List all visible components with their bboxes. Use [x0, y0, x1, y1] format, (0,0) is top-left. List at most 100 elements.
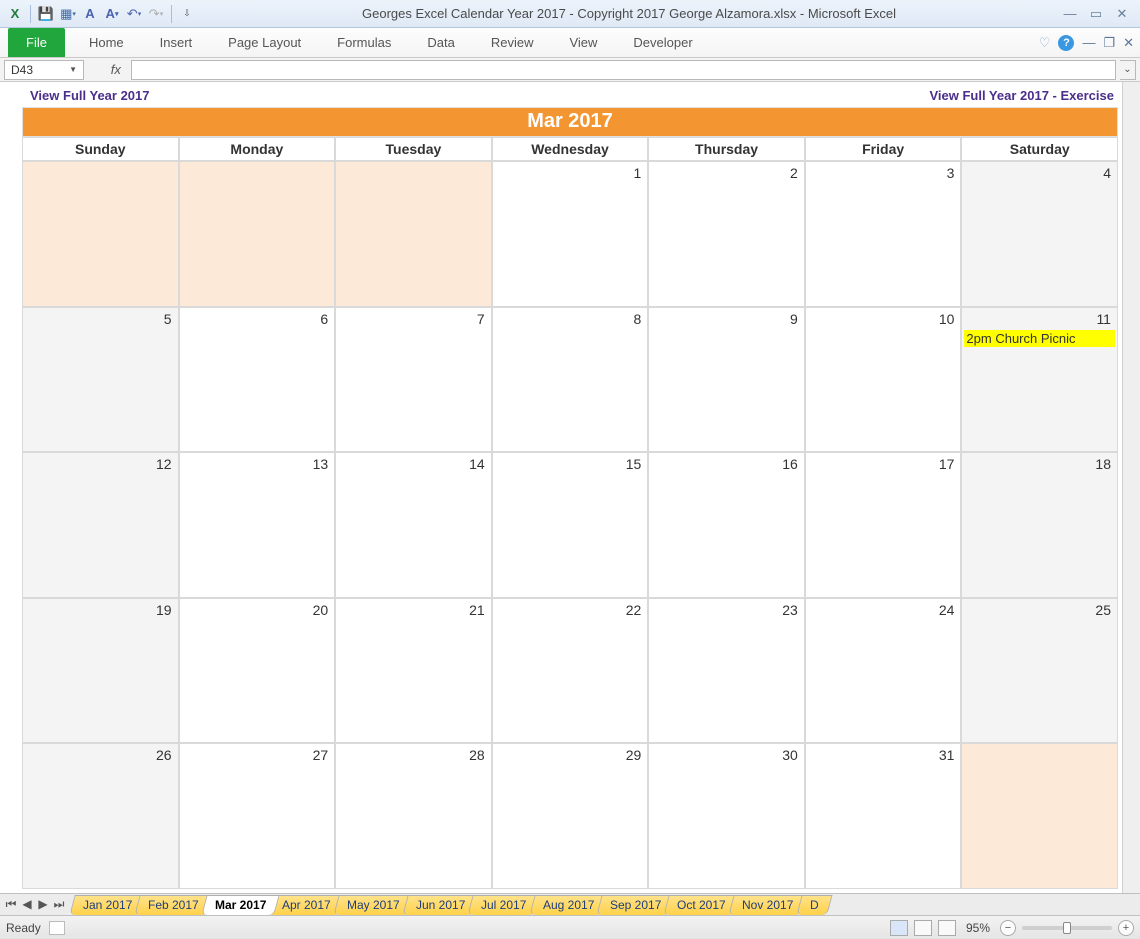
sheet-tab[interactable]: Nov 2017 [728, 895, 807, 915]
day-number: 24 [939, 602, 955, 618]
tab-nav-next-icon[interactable]: ▶ [36, 897, 50, 912]
find-icon[interactable]: A [81, 5, 99, 23]
cancel-formula-icon[interactable]: ⠀ [88, 63, 101, 77]
sheet-tab[interactable]: Jul 2017 [468, 895, 541, 915]
sheet-tab[interactable]: Jun 2017 [402, 895, 479, 915]
undo-icon[interactable]: ↶▾ [125, 5, 143, 23]
help-icon[interactable]: ? [1058, 35, 1074, 51]
dow-header-cell: Monday [179, 137, 336, 161]
calendar-day-cell[interactable]: 30 [648, 743, 805, 889]
fx-icon[interactable]: fx [111, 62, 121, 77]
calendar-day-cell[interactable]: 13 [179, 452, 336, 598]
calendar-day-cell[interactable]: 4 [961, 161, 1118, 307]
calendar-day-cell[interactable]: 25 [961, 598, 1118, 744]
tab-formulas[interactable]: Formulas [319, 28, 409, 57]
calendar-day-cell[interactable]: 17 [805, 452, 962, 598]
workbook-minimize-icon[interactable]: — [1082, 35, 1095, 50]
calendar-day-cell[interactable]: 10 [805, 307, 962, 453]
tab-page-layout[interactable]: Page Layout [210, 28, 319, 57]
excel-icon[interactable]: X [6, 5, 24, 23]
maximize-button[interactable]: ▭ [1088, 6, 1104, 22]
calendar-day-cell[interactable]: 28 [335, 743, 492, 889]
view-normal-button[interactable] [890, 920, 908, 936]
link-view-full-year[interactable]: View Full Year 2017 [30, 88, 150, 103]
calendar-event[interactable]: 2pm Church Picnic [964, 330, 1115, 347]
calendar-day-cell[interactable]: 15 [492, 452, 649, 598]
calendar-day-cell[interactable]: 31 [805, 743, 962, 889]
calendar-day-cell[interactable]: 20 [179, 598, 336, 744]
calendar-day-cell[interactable] [961, 743, 1118, 889]
tab-review[interactable]: Review [473, 28, 552, 57]
sheet-tab[interactable]: Mar 2017 [201, 895, 280, 915]
customize-qat-icon[interactable]: ⇩ [178, 5, 196, 23]
sheet-tab[interactable]: Sep 2017 [596, 895, 675, 915]
tab-nav-first-icon[interactable]: ⏮ [4, 897, 18, 912]
calendar-icon[interactable]: ▦▾ [59, 5, 77, 23]
formula-input[interactable] [131, 60, 1116, 80]
tab-nav-prev-icon[interactable]: ◀ [20, 897, 34, 912]
sheet-tab[interactable]: Apr 2017 [269, 895, 345, 915]
name-box-dropdown-icon[interactable]: ▼ [69, 65, 77, 74]
zoom-in-button[interactable]: + [1118, 920, 1134, 936]
tab-home[interactable]: Home [71, 28, 142, 57]
tab-data[interactable]: Data [409, 28, 472, 57]
close-button[interactable]: ✕ [1114, 6, 1130, 22]
calendar-day-cell[interactable]: 18 [961, 452, 1118, 598]
calendar-day-cell[interactable]: 3 [805, 161, 962, 307]
tab-insert[interactable]: Insert [142, 28, 211, 57]
sheet-tab-label: Sep 2017 [610, 898, 661, 912]
calendar-day-cell[interactable]: 29 [492, 743, 649, 889]
zoom-level[interactable]: 95% [966, 921, 990, 935]
calendar-day-cell[interactable]: 2 [648, 161, 805, 307]
ribbon-heart-icon[interactable]: ♡ [1039, 35, 1051, 51]
tab-developer[interactable]: Developer [615, 28, 710, 57]
save-icon[interactable]: 💾 [37, 5, 55, 23]
tab-view[interactable]: View [551, 28, 615, 57]
day-number: 12 [156, 456, 172, 472]
calendar-day-cell[interactable] [22, 161, 179, 307]
find-replace-icon[interactable]: A▾ [103, 5, 121, 23]
calendar-day-cell[interactable]: 112pm Church Picnic [961, 307, 1118, 453]
calendar-day-cell[interactable]: 5 [22, 307, 179, 453]
calendar-day-cell[interactable]: 8 [492, 307, 649, 453]
calendar-day-cell[interactable] [179, 161, 336, 307]
minimize-button[interactable]: — [1062, 6, 1078, 22]
calendar-day-cell[interactable]: 22 [492, 598, 649, 744]
calendar-day-cell[interactable]: 14 [335, 452, 492, 598]
day-number: 28 [469, 747, 485, 763]
calendar-day-cell[interactable]: 26 [22, 743, 179, 889]
calendar-day-cell[interactable]: 21 [335, 598, 492, 744]
name-box[interactable]: D43 ▼ [4, 60, 84, 80]
view-page-layout-button[interactable] [914, 920, 932, 936]
link-view-full-year-exercise[interactable]: View Full Year 2017 - Exercise [929, 88, 1114, 103]
view-page-break-button[interactable] [938, 920, 956, 936]
calendar-day-cell[interactable]: 1 [492, 161, 649, 307]
sheet-tab[interactable]: Oct 2017 [664, 895, 740, 915]
zoom-slider-thumb[interactable] [1063, 922, 1071, 934]
workbook-close-icon[interactable]: ✕ [1123, 35, 1134, 51]
zoom-slider[interactable] [1022, 926, 1112, 930]
workbook-restore-icon[interactable]: ❐ [1103, 35, 1115, 51]
calendar-day-cell[interactable]: 27 [179, 743, 336, 889]
calendar-day-cell[interactable] [335, 161, 492, 307]
window-title: Georges Excel Calendar Year 2017 - Copyr… [196, 6, 1062, 21]
sheet-tab[interactable]: Aug 2017 [529, 895, 608, 915]
calendar-day-cell[interactable]: 24 [805, 598, 962, 744]
tab-file[interactable]: File [8, 28, 65, 57]
calendar-day-cell[interactable]: 12 [22, 452, 179, 598]
calendar-day-cell[interactable]: 19 [22, 598, 179, 744]
redo-icon[interactable]: ↷▾ [147, 5, 165, 23]
calendar-day-cell[interactable]: 23 [648, 598, 805, 744]
sheet-tab-overflow[interactable]: D [796, 895, 832, 915]
calendar-day-cell[interactable]: 9 [648, 307, 805, 453]
sheet-tab[interactable]: Feb 2017 [135, 895, 213, 915]
macro-record-icon[interactable] [49, 921, 65, 935]
tab-nav-last-icon[interactable]: ⏭ [52, 897, 66, 912]
zoom-out-button[interactable]: − [1000, 920, 1016, 936]
sheet-tab[interactable]: May 2017 [334, 895, 414, 915]
expand-formula-bar-icon[interactable]: ⌄ [1120, 60, 1136, 80]
calendar-day-cell[interactable]: 7 [335, 307, 492, 453]
vertical-scrollbar[interactable] [1122, 82, 1140, 893]
calendar-day-cell[interactable]: 16 [648, 452, 805, 598]
calendar-day-cell[interactable]: 6 [179, 307, 336, 453]
